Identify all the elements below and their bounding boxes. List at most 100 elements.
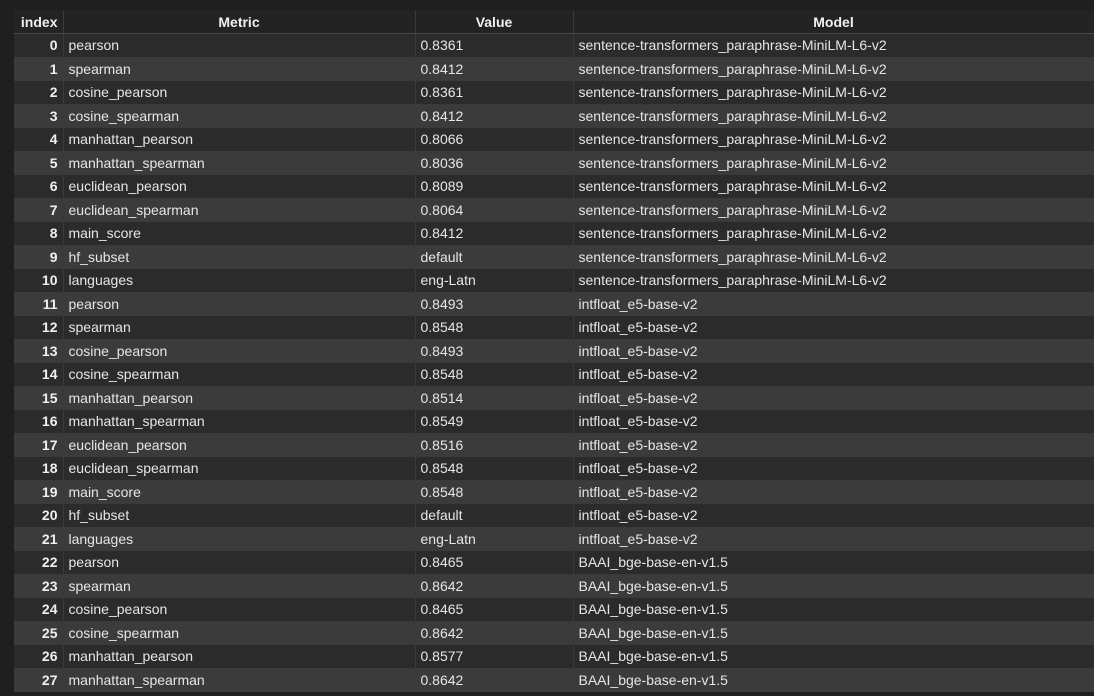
value-cell: 0.8064 bbox=[415, 198, 574, 222]
metric-cell: manhattan_spearman bbox=[63, 151, 416, 175]
table-row: 8 main_score 0.8412 sentence-transformers_p… bbox=[14, 221, 1094, 246]
value-cell: 0.8516 bbox=[415, 433, 574, 457]
results-table: index Metric Value Model 0 pearson 0.8361 s… bbox=[14, 10, 1094, 692]
dataframe-output: index Metric Value Model 0 pearson 0.8361 s… bbox=[14, 10, 1094, 696]
model-cell: intfloat_e5-base-v2 bbox=[573, 409, 1094, 434]
metric-cell: spearman bbox=[63, 574, 416, 598]
row-index-cell: 18 bbox=[14, 456, 64, 481]
metric-cell: cosine_pearson bbox=[63, 80, 416, 105]
metric-cell: cosine_pearson bbox=[63, 339, 416, 363]
value-cell: 0.8548 bbox=[415, 315, 574, 340]
value-cell: 0.8465 bbox=[415, 597, 574, 622]
row-index-cell: 26 bbox=[14, 644, 64, 669]
table-row: 3 cosine_spearman 0.8412 sentence-transform… bbox=[14, 104, 1094, 128]
table-body: 0 pearson 0.8361 sentence-transformers_para… bbox=[14, 33, 1094, 692]
model-cell: sentence-transformers_paraphrase-MiniLM-… bbox=[573, 33, 1094, 58]
metric-cell: euclidean_pearson bbox=[63, 433, 416, 457]
table-row: 4 manhattan_pearson 0.8066 sentence-transfo… bbox=[14, 127, 1094, 152]
row-index-cell: 10 bbox=[14, 268, 64, 293]
table-row: 18 euclidean_spearman 0.8548 intfloat_e5-ba… bbox=[14, 456, 1094, 481]
table-row: 5 manhattan_spearman 0.8036 sentence-transf… bbox=[14, 151, 1094, 175]
model-cell: sentence-transformers_paraphrase-MiniLM-… bbox=[573, 57, 1094, 81]
row-index-cell: 21 bbox=[14, 527, 64, 551]
metric-cell: pearson bbox=[63, 550, 416, 575]
table-row: 27 manhattan_spearman 0.8642 BAAI_bge-base-… bbox=[14, 668, 1094, 692]
header-value[interactable]: Value bbox=[415, 10, 574, 34]
table-row: 11 pearson 0.8493 intfloat_e5-base-v2 bbox=[14, 292, 1094, 316]
table-row: 0 pearson 0.8361 sentence-transformers_para… bbox=[14, 33, 1094, 58]
row-index-cell: 19 bbox=[14, 480, 64, 504]
table-row: 25 cosine_spearman 0.8642 BAAI_bge-base-en-… bbox=[14, 621, 1094, 645]
table-row: 20 hf_subset default intfloat_e5-base-v2 bbox=[14, 503, 1094, 528]
value-cell: eng-Latn bbox=[415, 527, 574, 551]
value-cell: 0.8089 bbox=[415, 174, 574, 199]
table-row: 13 cosine_pearson 0.8493 intfloat_e5-base-v… bbox=[14, 339, 1094, 363]
header-metric[interactable]: Metric bbox=[63, 10, 416, 34]
model-cell: sentence-transformers_paraphrase-MiniLM-… bbox=[573, 127, 1094, 152]
model-cell: sentence-transformers_paraphrase-MiniLM-… bbox=[573, 151, 1094, 175]
table-header: index Metric Value Model bbox=[14, 10, 1094, 34]
value-cell: 0.8514 bbox=[415, 386, 574, 410]
value-cell: eng-Latn bbox=[415, 268, 574, 293]
value-cell: default bbox=[415, 245, 574, 269]
model-cell: intfloat_e5-base-v2 bbox=[573, 292, 1094, 316]
metric-cell: languages bbox=[63, 268, 416, 293]
metric-cell: pearson bbox=[63, 292, 416, 316]
value-cell: 0.8361 bbox=[415, 33, 574, 58]
metric-cell: euclidean_spearman bbox=[63, 456, 416, 481]
metric-cell: pearson bbox=[63, 33, 416, 58]
value-cell: 0.8642 bbox=[415, 668, 574, 692]
metric-cell: manhattan_pearson bbox=[63, 127, 416, 152]
row-index-cell: 14 bbox=[14, 362, 64, 387]
model-cell: sentence-transformers_paraphrase-MiniLM-… bbox=[573, 198, 1094, 222]
row-index-cell: 22 bbox=[14, 550, 64, 575]
row-index-cell: 27 bbox=[14, 668, 64, 692]
value-cell: 0.8642 bbox=[415, 621, 574, 645]
model-cell: intfloat_e5-base-v2 bbox=[573, 433, 1094, 457]
metric-cell: hf_subset bbox=[63, 503, 416, 528]
metric-cell: main_score bbox=[63, 480, 416, 504]
row-index-cell: 23 bbox=[14, 574, 64, 598]
value-cell: 0.8361 bbox=[415, 80, 574, 105]
row-index-cell: 7 bbox=[14, 198, 64, 222]
table-row: 14 cosine_spearman 0.8548 intfloat_e5-base-… bbox=[14, 362, 1094, 387]
metric-cell: manhattan_spearman bbox=[63, 409, 416, 434]
table-row: 21 languages eng-Latn intfloat_e5-base-v2 bbox=[14, 527, 1094, 551]
row-index-cell: 9 bbox=[14, 245, 64, 269]
table-row: 19 main_score 0.8548 intfloat_e5-base-v2 bbox=[14, 480, 1094, 504]
table-row: 24 cosine_pearson 0.8465 BAAI_bge-base-en-v… bbox=[14, 597, 1094, 622]
row-index-cell: 17 bbox=[14, 433, 64, 457]
table-row: 17 euclidean_pearson 0.8516 intfloat_e5-bas… bbox=[14, 433, 1094, 457]
model-cell: BAAI_bge-base-en-v1.5 bbox=[573, 550, 1094, 575]
row-index-cell: 1 bbox=[14, 57, 64, 81]
table-row: 15 manhattan_pearson 0.8514 intfloat_e5-bas… bbox=[14, 386, 1094, 410]
table-row: 16 manhattan_spearman 0.8549 intfloat_e5-ba… bbox=[14, 409, 1094, 434]
metric-cell: hf_subset bbox=[63, 245, 416, 269]
row-index-cell: 15 bbox=[14, 386, 64, 410]
metric-cell: euclidean_pearson bbox=[63, 174, 416, 199]
table-row: 10 languages eng-Latn sentence-transformers… bbox=[14, 268, 1094, 293]
metric-cell: cosine_spearman bbox=[63, 621, 416, 645]
row-index-cell: 24 bbox=[14, 597, 64, 622]
metric-cell: cosine_pearson bbox=[63, 597, 416, 622]
value-cell: 0.8066 bbox=[415, 127, 574, 152]
table-row: 1 spearman 0.8412 sentence-transformers_par… bbox=[14, 57, 1094, 81]
value-cell: 0.8642 bbox=[415, 574, 574, 598]
model-cell: intfloat_e5-base-v2 bbox=[573, 339, 1094, 363]
table-row: 2 cosine_pearson 0.8361 sentence-transforme… bbox=[14, 80, 1094, 105]
row-index-cell: 6 bbox=[14, 174, 64, 199]
table-row: 26 manhattan_pearson 0.8577 BAAI_bge-base-e… bbox=[14, 644, 1094, 669]
value-cell: 0.8493 bbox=[415, 339, 574, 363]
header-index[interactable]: index bbox=[14, 10, 64, 34]
value-cell: 0.8493 bbox=[415, 292, 574, 316]
value-cell: 0.8412 bbox=[415, 221, 574, 246]
value-cell: 0.8412 bbox=[415, 104, 574, 128]
metric-cell: spearman bbox=[63, 315, 416, 340]
model-cell: intfloat_e5-base-v2 bbox=[573, 315, 1094, 340]
model-cell: sentence-transformers_paraphrase-MiniLM-… bbox=[573, 221, 1094, 246]
header-model[interactable]: Model bbox=[573, 10, 1094, 34]
model-cell: BAAI_bge-base-en-v1.5 bbox=[573, 597, 1094, 622]
value-cell: 0.8548 bbox=[415, 480, 574, 504]
row-index-cell: 16 bbox=[14, 409, 64, 434]
metric-cell: main_score bbox=[63, 221, 416, 246]
